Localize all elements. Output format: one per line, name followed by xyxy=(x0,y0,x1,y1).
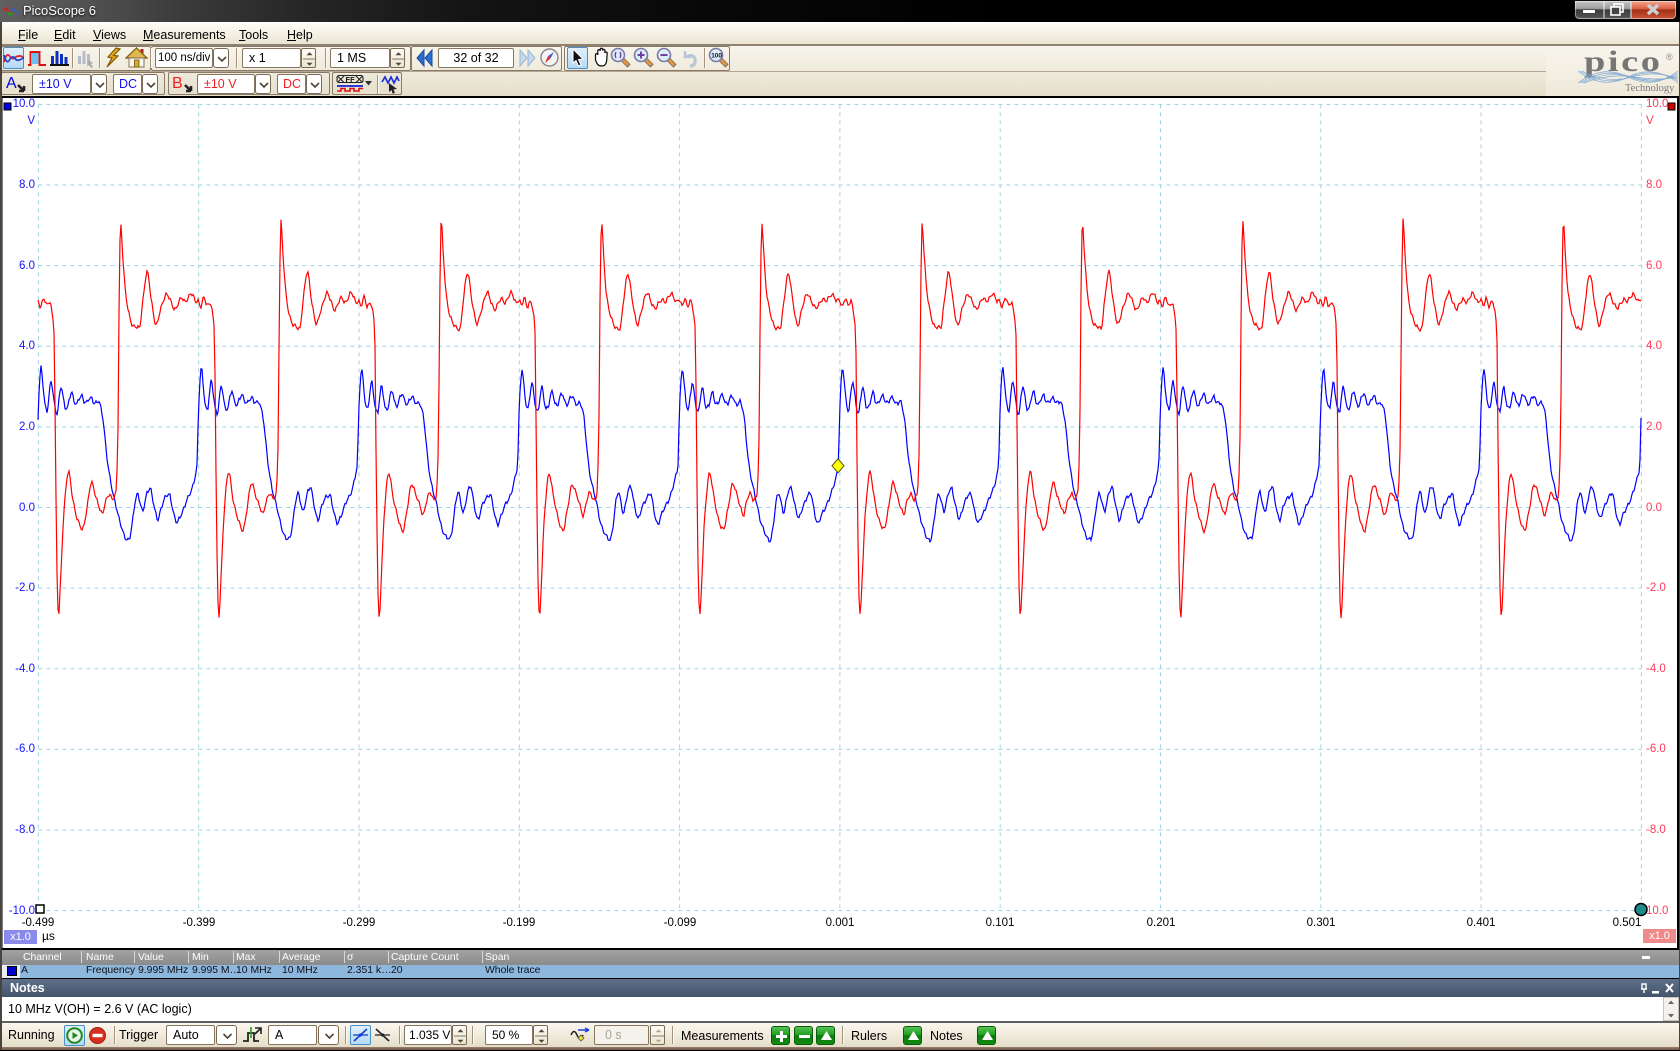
svg-text:FF: FF xyxy=(346,75,356,84)
svg-text:100: 100 xyxy=(711,53,722,60)
